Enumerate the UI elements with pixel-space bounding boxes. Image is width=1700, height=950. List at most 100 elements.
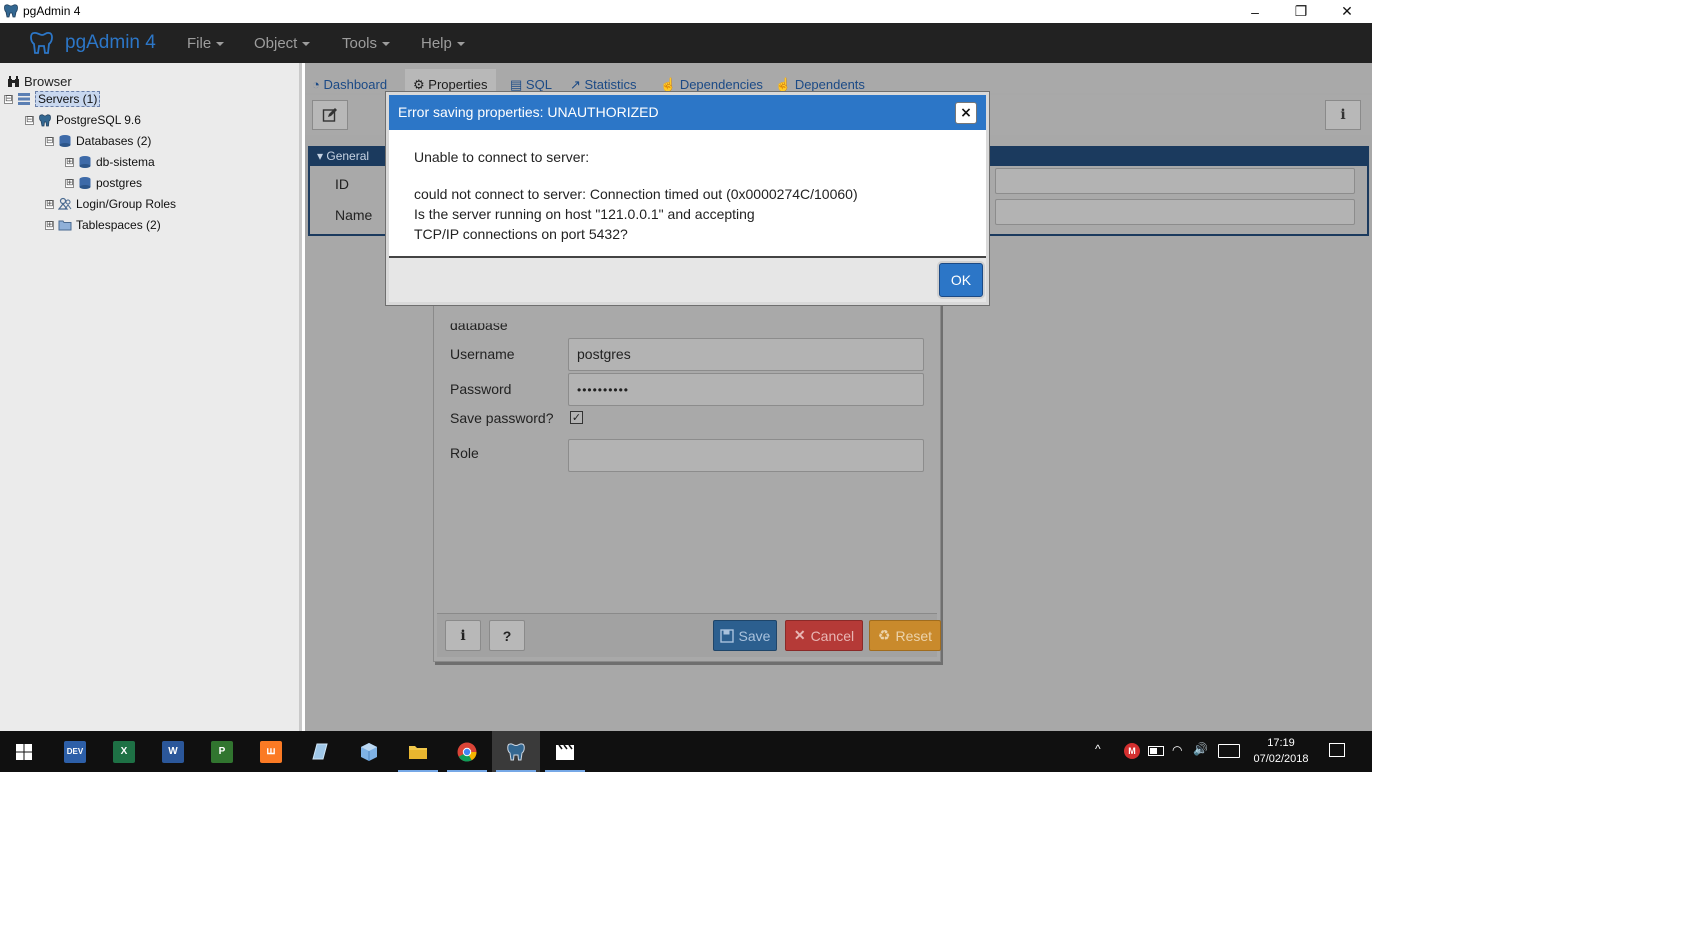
menu-help-label: Help <box>421 35 452 52</box>
chrome-icon[interactable] <box>443 731 491 772</box>
menu-object[interactable]: Object <box>254 35 311 52</box>
window-title-bar: pgAdmin 4 – ❐ ✕ <box>0 0 1372 23</box>
excel-icon[interactable]: X <box>100 731 148 772</box>
tree-item-postgres[interactable]: ⊞ postgres <box>65 173 142 193</box>
ok-button[interactable]: OK <box>939 263 983 297</box>
word-icon[interactable]: W <box>149 731 197 772</box>
taskbar-clock[interactable]: 17:19 07/02/2018 <box>1248 735 1314 767</box>
error-modal-header: Error saving properties: UNAUTHORIZED × <box>389 95 986 130</box>
info-button[interactable]: i <box>1325 100 1361 130</box>
save-label: Save <box>738 627 771 644</box>
elephant-glyph <box>507 742 525 760</box>
xampp-icon[interactable]: ꟺ <box>247 731 295 772</box>
password-input[interactable]: •••••••••• <box>568 373 924 406</box>
username-input[interactable]: postgres <box>568 338 924 371</box>
error-modal-body: Unable to connect to server: could not c… <box>389 130 986 256</box>
windows-start-icon[interactable] <box>0 731 48 772</box>
dialog-help-button[interactable]: ? <box>489 620 525 651</box>
tree-label: Login/Group Roles <box>76 197 177 211</box>
connect-dialog-footer: i ? Save ✕ Cancel ♻ Reset <box>437 613 941 657</box>
volume-icon[interactable]: 🔊 <box>1193 742 1208 756</box>
notifications-icon[interactable] <box>1329 743 1345 757</box>
expand-icon[interactable]: ⊞ <box>45 220 54 230</box>
brand-title: pgAdmin 4 <box>65 32 156 53</box>
antivirus-icon[interactable]: M <box>1124 743 1140 759</box>
recycle-icon: ♻ <box>877 627 891 643</box>
chevron-up-icon[interactable]: ^ <box>1095 742 1101 756</box>
close-icon: × <box>960 105 972 121</box>
notepad-icon[interactable] <box>296 731 344 772</box>
menu-file[interactable]: File <box>187 35 225 52</box>
battery-icon[interactable] <box>1148 746 1164 756</box>
tab-statistics[interactable]: ↗ Statistics <box>570 77 637 93</box>
error-message-line: Unable to connect to server: <box>414 149 590 165</box>
expand-icon[interactable]: ⊞ <box>65 178 74 188</box>
tab-label: Statistics <box>584 77 637 92</box>
role-label: Role <box>450 445 479 461</box>
save-password-checkbox[interactable]: ✓ <box>570 411 583 424</box>
dev-app-icon[interactable]: DEV <box>51 731 99 772</box>
chevron-down-icon <box>382 42 391 47</box>
tree-item-databases[interactable]: ⊟ Databases (2) <box>45 131 151 151</box>
browser-header: Browser <box>7 74 72 89</box>
menu-tools[interactable]: Tools <box>342 35 391 52</box>
close-icon: ✕ <box>793 627 806 643</box>
menu-help[interactable]: Help <box>421 35 465 52</box>
info-icon: i <box>1340 107 1346 123</box>
restore-button[interactable]: ❐ <box>1278 0 1324 23</box>
browser-header-label: Browser <box>24 74 72 89</box>
collapse-icon[interactable]: ⊟ <box>25 115 34 125</box>
tab-properties[interactable]: ⚙ Properties <box>405 69 496 93</box>
clapper-icon[interactable] <box>541 731 589 772</box>
collapse-icon[interactable]: ⊟ <box>4 94 13 104</box>
id-field[interactable] <box>995 168 1355 194</box>
tab-dependencies[interactable]: ☝ Dependencies <box>660 77 763 93</box>
cancel-button[interactable]: ✕ Cancel <box>785 620 863 651</box>
tab-sql[interactable]: ▤ SQL <box>510 77 552 93</box>
name-field[interactable] <box>995 199 1355 225</box>
pgadmin-taskbar-icon[interactable] <box>492 731 540 772</box>
reset-button[interactable]: ♻ Reset <box>869 620 941 651</box>
role-input[interactable] <box>568 439 924 472</box>
pgadmin-navbar: pgAdmin 4 File Object Tools Help <box>0 23 1372 63</box>
file-explorer-icon[interactable] <box>394 731 442 772</box>
expand-icon[interactable]: ⊞ <box>45 199 54 209</box>
tree-item-db-sistema[interactable]: ⊞ db-sistema <box>65 152 155 172</box>
save-button[interactable]: Save <box>713 620 777 651</box>
minimize-button[interactable]: – <box>1232 0 1278 23</box>
tree-item-tablespaces[interactable]: ⊞ Tablespaces (2) <box>45 215 161 235</box>
tree-label: db-sistema <box>96 155 155 169</box>
expand-icon[interactable]: ⊞ <box>65 157 74 167</box>
general-label: ▾ General <box>317 149 370 163</box>
menu-object-label: Object <box>254 35 298 52</box>
keyboard-icon[interactable] <box>1218 744 1240 758</box>
cube-app-icon[interactable] <box>345 731 393 772</box>
database-icon <box>79 156 91 168</box>
error-message-line: could not connect to server: Connection … <box>414 186 858 202</box>
tree-item-servers[interactable]: ⊟ Servers (1) <box>4 89 101 109</box>
close-modal-button[interactable]: × <box>955 102 977 124</box>
tab-dependents[interactable]: ☝ Dependents <box>775 77 865 93</box>
edit-button[interactable] <box>312 100 348 130</box>
cancel-label: Cancel <box>810 627 855 644</box>
collapse-icon[interactable]: ⊟ <box>45 136 54 146</box>
chrome-glyph <box>457 742 477 762</box>
dialog-info-button[interactable]: i <box>445 620 481 651</box>
wifi-icon[interactable]: ◠ <box>1172 743 1182 757</box>
tree-item-login-roles[interactable]: ⊞ Login/Group Roles <box>45 194 176 214</box>
tab-label: SQL <box>525 77 552 92</box>
tree-label: postgres <box>96 176 143 190</box>
project-icon[interactable]: P <box>198 731 246 772</box>
id-label: ID <box>335 176 349 192</box>
error-modal-title: Error saving properties: UNAUTHORIZED <box>398 104 659 120</box>
tab-label: Dashboard <box>323 77 388 92</box>
dashboard-icon: ◔ <box>312 77 324 92</box>
tree-item-postgresql[interactable]: ⊟ PostgreSQL 9.6 <box>25 110 141 130</box>
window-title: pgAdmin 4 <box>23 4 81 18</box>
xampp-glyph: ꟺ <box>260 740 282 763</box>
close-window-button[interactable]: ✕ <box>1324 0 1370 23</box>
cube-glyph <box>361 742 377 761</box>
error-message-line: TCP/IP connections on port 5432? <box>414 226 628 242</box>
error-modal-footer: OK <box>389 256 986 302</box>
tab-dashboard[interactable]: ◔ Dashboard <box>312 77 387 92</box>
